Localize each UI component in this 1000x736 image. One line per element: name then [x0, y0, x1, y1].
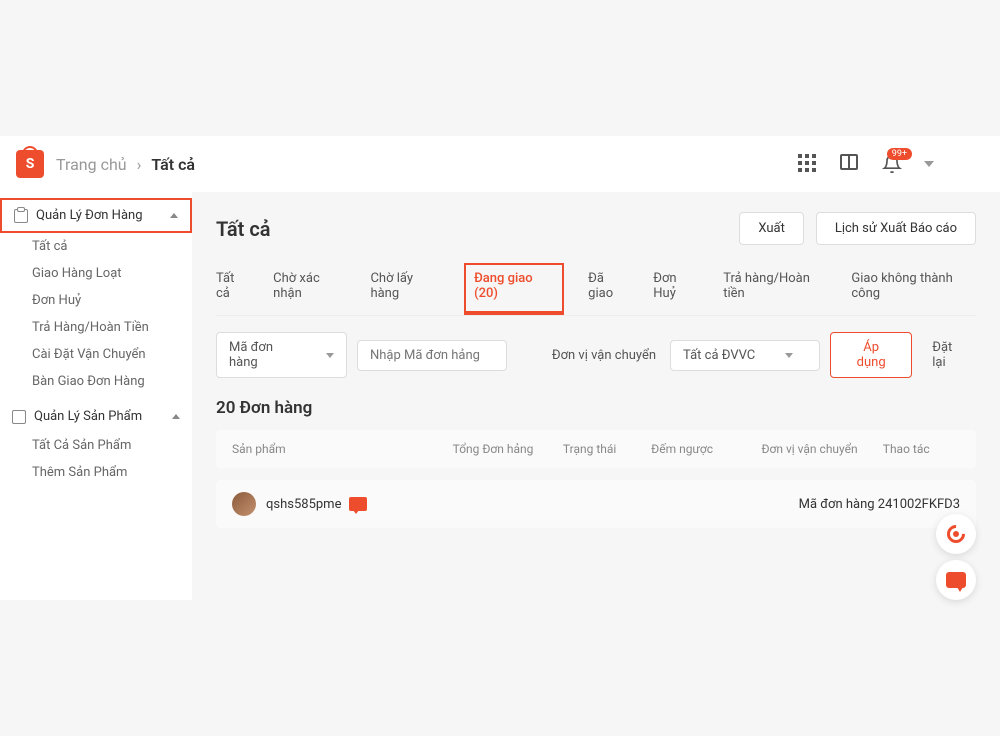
col-shipping: Đơn vị vận chuyển: [761, 442, 882, 456]
tab-shipping[interactable]: Đang giao (20): [464, 263, 564, 315]
chevron-down-icon: [785, 353, 793, 358]
chevron-up-icon: [172, 414, 180, 419]
sidebar-item-return[interactable]: Trả Hàng/Hoàn Tiền: [0, 314, 192, 341]
page-title: Tất cả: [216, 217, 271, 241]
col-product: Sản phẩm: [232, 442, 453, 456]
docs-icon[interactable]: [840, 154, 860, 174]
status-tabs: Tất cả Chờ xác nhận Chờ lấy hàng Đang gi…: [216, 263, 976, 316]
headset-icon: [943, 521, 968, 546]
logo-icon[interactable]: S: [16, 150, 44, 178]
chat-bubble-icon: [946, 572, 966, 588]
sidebar-item-add-product[interactable]: Thêm Sản Phẩm: [0, 459, 192, 486]
chevron-down-icon: [326, 353, 334, 358]
col-total: Tổng Đơn hảng: [453, 442, 563, 456]
tab-return-refund[interactable]: Trả hàng/Hoàn tiền: [723, 263, 827, 315]
export-button[interactable]: Xuất: [739, 212, 804, 245]
order-code-select[interactable]: Mã đơn hàng: [216, 332, 347, 378]
breadcrumb-home[interactable]: Trang chủ: [56, 155, 127, 174]
user-avatar[interactable]: [232, 492, 256, 516]
col-action: Thao tác: [883, 442, 960, 456]
sidebar-item-bulk-ship[interactable]: Giao Hàng Loạt: [0, 260, 192, 287]
notifications-icon[interactable]: 99+: [882, 154, 902, 174]
tab-cancelled[interactable]: Đơn Huỷ: [653, 263, 699, 315]
tab-awaiting-pickup[interactable]: Chờ lấy hàng: [370, 263, 440, 315]
order-code-input[interactable]: [357, 340, 507, 371]
apply-button[interactable]: Áp dụng: [830, 332, 912, 378]
tab-delivered[interactable]: Đã giao: [588, 263, 629, 315]
tab-all[interactable]: Tất cả: [216, 263, 249, 315]
sidebar-item-ship-settings[interactable]: Cài Đặt Vận Chuyển: [0, 341, 192, 368]
tab-failed-delivery[interactable]: Giao không thành công: [851, 263, 976, 315]
shipping-unit-label: Đơn vị vận chuyển: [540, 341, 660, 370]
sidebar-section-products[interactable]: Quản Lý Sản Phẩm: [0, 401, 192, 432]
box-icon: [12, 410, 26, 424]
sidebar: Quản Lý Đơn Hàng Tất cả Giao Hàng Loạt Đ…: [0, 192, 192, 600]
sidebar-item-all[interactable]: Tất cả: [0, 233, 192, 260]
chat-icon[interactable]: [349, 497, 367, 511]
breadcrumb: Trang chủ › Tất cả: [56, 155, 195, 174]
order-id: Mã đơn hàng 241002FKFD3: [799, 497, 960, 512]
col-countdown: Đếm ngược: [651, 442, 761, 456]
sidebar-item-handover[interactable]: Bàn Giao Đơn Hàng: [0, 368, 192, 395]
order-row[interactable]: qshs585pme Mã đơn hàng 241002FKFD3: [216, 480, 976, 528]
tab-awaiting-confirm[interactable]: Chờ xác nhận: [273, 263, 346, 315]
sidebar-section-orders[interactable]: Quản Lý Đơn Hàng: [0, 198, 192, 233]
table-header: Sản phẩm Tổng Đơn hảng Trạng thái Đếm ng…: [216, 430, 976, 468]
order-count: 20 Đơn hàng: [216, 398, 976, 418]
sidebar-item-cancelled[interactable]: Đơn Huỷ: [0, 287, 192, 314]
notification-badge: 99+: [887, 148, 912, 160]
clipboard-icon: [14, 209, 28, 223]
reset-button[interactable]: Đặt lại: [922, 333, 976, 377]
breadcrumb-current: Tất cả: [151, 155, 195, 174]
export-history-button[interactable]: Lịch sử Xuất Báo cáo: [816, 212, 976, 245]
shipping-unit-select[interactable]: Tất cả ĐVVC: [670, 340, 820, 371]
chevron-up-icon: [170, 213, 178, 218]
apps-grid-icon[interactable]: [798, 154, 818, 174]
chat-button[interactable]: [936, 560, 976, 600]
support-button[interactable]: [936, 514, 976, 554]
chevron-down-icon[interactable]: [924, 161, 934, 167]
col-status: Trạng thái: [563, 442, 651, 456]
chevron-right-icon: ›: [137, 155, 142, 174]
buyer-username[interactable]: qshs585pme: [266, 497, 341, 512]
sidebar-item-all-products[interactable]: Tất Cả Sản Phẩm: [0, 432, 192, 459]
